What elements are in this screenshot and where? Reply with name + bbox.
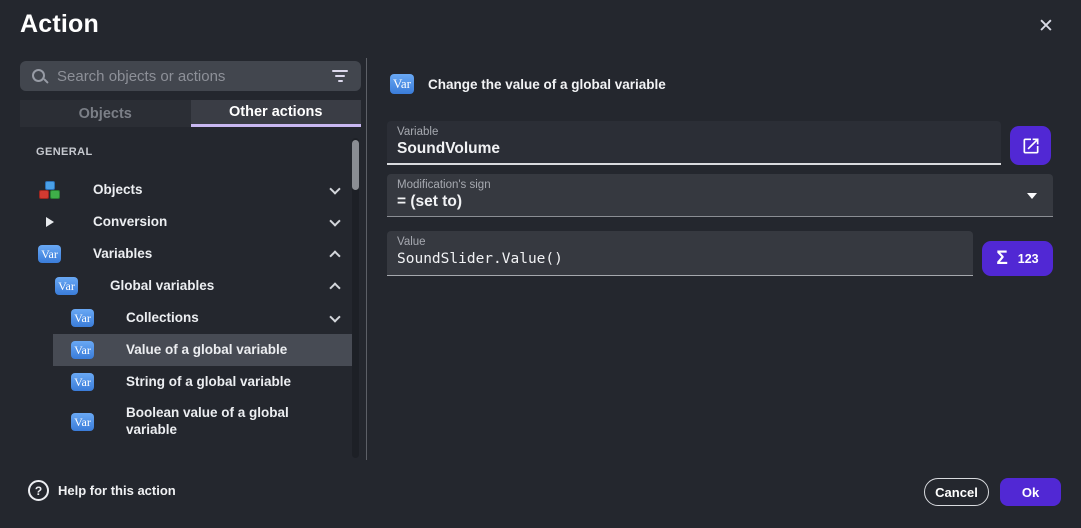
- action-dialog: Action ✕ Objects Other actions GENERAL O…: [0, 0, 1081, 528]
- tree-item-label: Value of a global variable: [126, 342, 356, 359]
- sigma-icon: Σ: [996, 248, 1007, 270]
- tree-item-string-of-global-variable[interactable]: Var String of a global variable: [0, 366, 356, 398]
- objects-cubes-icon: [38, 180, 61, 200]
- expression-builder-button[interactable]: Σ 123: [982, 241, 1053, 276]
- chevron-down-icon[interactable]: [329, 215, 340, 226]
- tree-item-label: Boolean value of a global variable: [126, 405, 298, 439]
- modification-sign-label: Modification's sign: [397, 179, 1053, 191]
- tree-item-boolean-of-global-variable[interactable]: Var Boolean value of a global variable: [0, 398, 356, 446]
- chevron-up-icon[interactable]: [329, 250, 340, 261]
- tree-section-general: GENERAL: [36, 146, 362, 158]
- open-variable-editor-button[interactable]: [1010, 126, 1051, 165]
- tree-item-objects[interactable]: Objects: [0, 174, 356, 206]
- value-input[interactable]: [397, 251, 943, 267]
- tab-objects[interactable]: Objects: [20, 100, 191, 127]
- action-tree: GENERAL Objects Conversion Var Variables…: [0, 132, 362, 446]
- tree-item-global-variables[interactable]: Var Global variables: [0, 270, 356, 302]
- variable-field-label: Variable: [397, 126, 1001, 138]
- tree-item-label: Collections: [126, 310, 331, 327]
- selected-action-header: Var Change the value of a global variabl…: [390, 74, 666, 94]
- tree-item-label: Objects: [93, 182, 331, 199]
- tree-item-label: Global variables: [110, 278, 331, 295]
- value-field-label: Value: [397, 236, 973, 248]
- var-badge-icon: Var: [71, 341, 94, 359]
- chevron-down-icon[interactable]: [329, 311, 340, 322]
- panel-divider: [366, 58, 367, 460]
- var-badge-icon: Var: [55, 277, 78, 295]
- filter-icon[interactable]: [332, 70, 348, 82]
- tab-other-actions[interactable]: Other actions: [191, 100, 362, 127]
- var-badge-icon: Var: [38, 245, 61, 263]
- tree-item-value-of-global-variable[interactable]: Var Value of a global variable: [0, 334, 356, 366]
- cancel-button[interactable]: Cancel: [924, 478, 989, 506]
- search-box[interactable]: [20, 61, 361, 91]
- chevron-up-icon[interactable]: [329, 282, 340, 293]
- variable-field[interactable]: Variable: [387, 121, 1001, 165]
- ok-button[interactable]: Ok: [1000, 478, 1061, 506]
- close-icon[interactable]: ✕: [1032, 12, 1060, 40]
- var-badge-icon: Var: [71, 373, 94, 391]
- var-badge-icon: Var: [71, 413, 94, 431]
- tree-scrollbar-thumb[interactable]: [352, 140, 359, 190]
- help-label: Help for this action: [58, 483, 176, 498]
- play-icon: [38, 212, 61, 232]
- tree-item-variables[interactable]: Var Variables: [0, 238, 356, 270]
- chevron-down-icon[interactable]: [329, 183, 340, 194]
- page-title: Action: [20, 10, 99, 39]
- help-link[interactable]: ? Help for this action: [28, 480, 176, 501]
- tab-bar: Objects Other actions: [20, 100, 361, 127]
- value-field[interactable]: Value: [387, 231, 973, 276]
- search-input[interactable]: [57, 68, 332, 85]
- tree-item-label: Variables: [93, 246, 331, 263]
- open-in-new-icon: [1021, 136, 1041, 156]
- search-icon: [31, 68, 48, 85]
- modification-sign-select[interactable]: Modification's sign = (set to): [387, 174, 1053, 217]
- modification-sign-value: = (set to): [397, 193, 1023, 211]
- chevron-down-icon: [1027, 193, 1037, 199]
- var-badge-icon: Var: [71, 309, 94, 327]
- numbers-icon: 123: [1018, 252, 1039, 266]
- tree-item-label: String of a global variable: [126, 374, 356, 391]
- var-badge-icon: Var: [390, 74, 414, 94]
- tree-item-collections[interactable]: Var Collections: [0, 302, 356, 334]
- variable-input[interactable]: [397, 140, 971, 158]
- help-icon: ?: [28, 480, 49, 501]
- selected-action-title: Change the value of a global variable: [428, 77, 666, 92]
- tree-item-conversion[interactable]: Conversion: [0, 206, 356, 238]
- tree-item-label: Conversion: [93, 214, 331, 231]
